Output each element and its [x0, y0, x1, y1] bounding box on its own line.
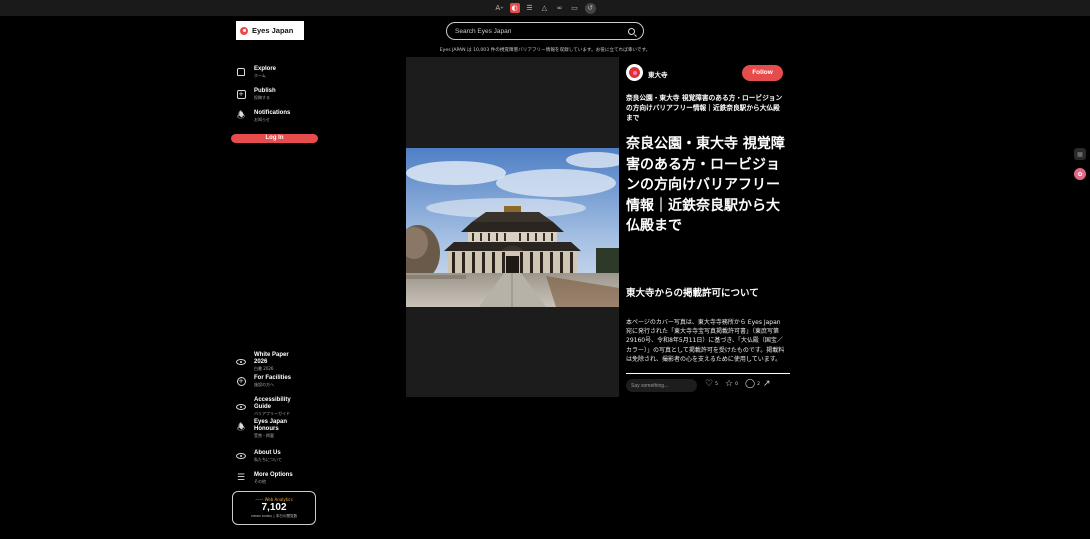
nav-sublabel: お知らせ [254, 117, 270, 122]
comment-icon: ◯ [745, 379, 756, 389]
nav-item-honours[interactable]: 🕭 Eyes Japan Honours 受賞・掲載 [236, 419, 298, 438]
nav-sublabel: 施設の方へ [254, 382, 274, 387]
nav-item-white-paper[interactable]: White Paper 2026 白書 2026 [236, 352, 298, 371]
divider [626, 373, 790, 374]
nav-item-explore[interactable]: Explore ホーム [236, 66, 276, 78]
nav-label: White Paper 2026 [254, 352, 289, 365]
nav-sublabel: その他 [254, 479, 266, 484]
logo-text: Eyes Japan [252, 26, 294, 35]
star-count: 0 [735, 382, 738, 387]
nav-item-facilities[interactable]: + For Facilities 施設の方へ [236, 375, 291, 387]
list-icon[interactable]: ☰ [525, 3, 535, 13]
nav-sublabel: 投稿する [254, 95, 270, 100]
follow-button[interactable]: Follow [742, 65, 783, 81]
nav-item-more-options[interactable]: ☰ More Options その他 [236, 472, 293, 484]
nav-sublabel: ホーム [254, 73, 266, 78]
nav-label: About Us [254, 450, 281, 456]
nav-label: More Options [254, 472, 293, 478]
text-size-icon[interactable]: A + [495, 3, 505, 13]
publish-icon: + [236, 89, 246, 99]
nav-sublabel: バリアフリーガイド [254, 411, 290, 416]
nav-item-publish[interactable]: + Publish 投稿する [236, 88, 276, 100]
login-button[interactable]: Log In [231, 134, 318, 143]
star-button[interactable]: ☆ 0 [725, 380, 738, 389]
nav-item-accessibility-guide[interactable]: Accessibility Guide バリアフリーガイド [236, 397, 298, 416]
eye-icon [236, 357, 246, 367]
nav-label: Accessibility Guide [254, 397, 291, 410]
link-icon[interactable]: ∞ [555, 3, 565, 13]
nav-sublabel: 白書 2026 [254, 366, 274, 371]
section-heading: 東大寺からの掲載許可について [626, 288, 759, 299]
nav-sublabel: 私たちについて [254, 457, 282, 462]
nav-item-notifications[interactable]: 🕭 Notifications お知らせ [236, 110, 290, 122]
comment-count: 2 [757, 382, 760, 387]
author-name[interactable]: 東大寺 [648, 69, 668, 79]
bell-icon: 🕭 [236, 110, 246, 121]
heart-icon: ♡ [705, 379, 714, 389]
nav-label: Publish [254, 88, 276, 94]
web-analytics-card: —— Web Analytics 7,102 views today | 本日の… [232, 491, 316, 525]
nav-item-about[interactable]: About Us 私たちについて [236, 450, 282, 462]
share-button[interactable]: ↗ [763, 380, 771, 389]
nav-label: Eyes Japan Honours [254, 419, 288, 432]
star-icon: ☆ [725, 379, 734, 389]
translate-icon[interactable]: ▦ [1074, 148, 1086, 160]
nav-label: Notifications [254, 110, 291, 116]
nav-label: For Facilities [254, 375, 292, 381]
bell-icon: 🕭 [236, 423, 246, 433]
plus-circle-icon: + [236, 376, 246, 386]
accessibility-toolbar: A + ◐ ☰ △ ∞ ▭ ↺ [0, 0, 1090, 16]
cover-photo[interactable] [406, 148, 619, 307]
post-body: 本ページのカバー写真は、東大寺寺務所から Eyes Japan 宛に発行された「… [626, 319, 785, 363]
logo[interactable]: Eyes Japan [236, 21, 304, 40]
home-icon [236, 67, 246, 77]
author-avatar[interactable] [626, 64, 643, 81]
nav-label: Explore [254, 66, 277, 72]
share-icon: ↗ [763, 379, 771, 389]
search-bar [446, 22, 644, 40]
temple-photo-illustration [406, 148, 619, 307]
comment-input[interactable] [626, 379, 697, 392]
contrast-icon[interactable]: ◐ [509, 3, 520, 13]
menu-icon: ☰ [236, 472, 246, 483]
analytics-subtitle: views today | 本日の閲覧数 [250, 514, 298, 518]
search-input[interactable] [455, 27, 628, 35]
analytics-count: 7,102 [261, 502, 287, 513]
comment-button[interactable]: ◯ 2 [745, 380, 760, 389]
nav-sublabel: 受賞・掲載 [254, 433, 274, 438]
author-logo-icon [629, 67, 640, 78]
post-title: 奈良公園・東大寺 視覚障害のある方・ロービジョンの方向けバリアフリー情報｜近鉄奈… [626, 136, 785, 234]
chart-icon[interactable]: △ [540, 3, 550, 13]
eye-icon [236, 451, 246, 461]
tagline: Eyes JAPAN は 10,003 件の視覚障害バリアフリー情報を収録してい… [439, 48, 651, 53]
like-button[interactable]: ♡ 5 [705, 380, 718, 389]
like-count: 5 [715, 382, 718, 387]
logo-icon [240, 26, 248, 35]
reset-icon[interactable]: ↺ [584, 2, 596, 14]
screen-icon[interactable]: ▭ [570, 3, 580, 13]
eye-icon [236, 402, 246, 412]
search-icon[interactable] [628, 27, 635, 35]
post-title-small: 奈良公園・東大寺 視覚障害のある方・ロービジョンの方向けバリアフリー情報｜近鉄奈… [626, 94, 783, 122]
flower-icon[interactable]: ✿ [1074, 168, 1086, 180]
